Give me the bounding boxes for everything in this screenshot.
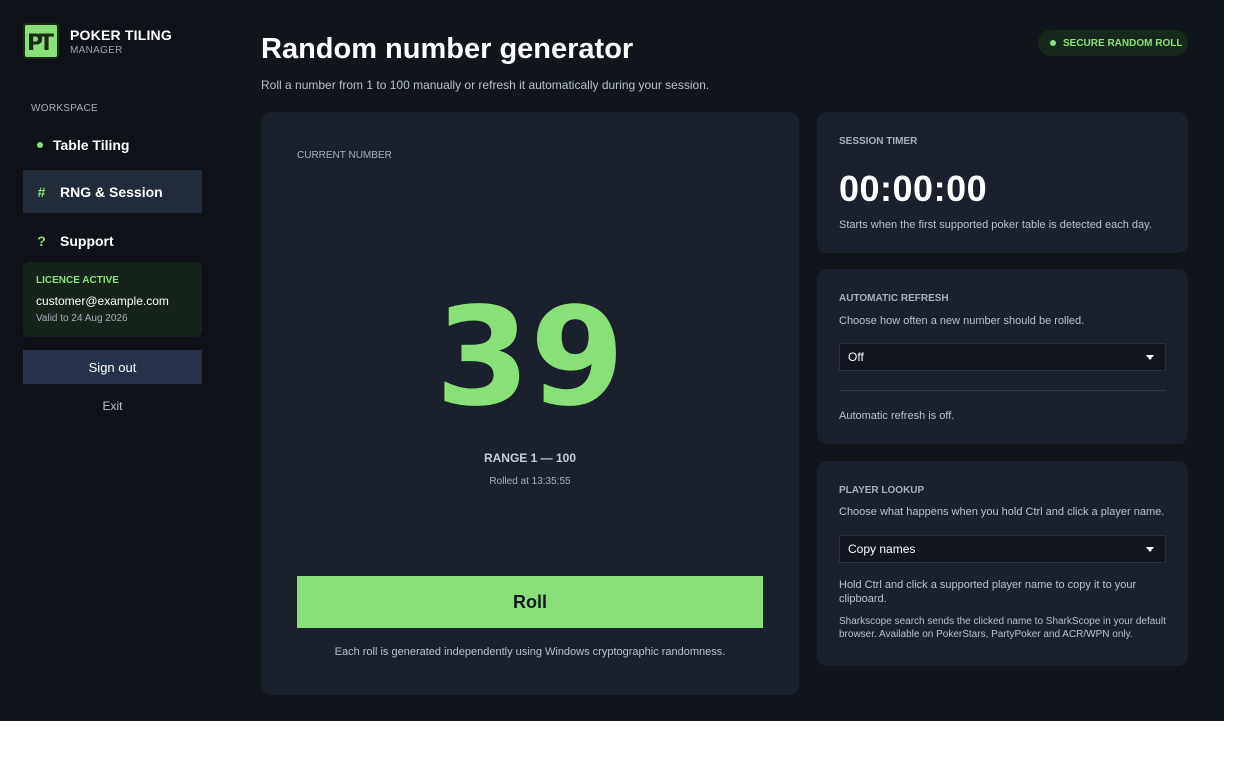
- brand-title: POKER TILING: [70, 27, 172, 43]
- app-logo: P T: [23, 23, 59, 59]
- select-value: Copy names: [848, 542, 916, 556]
- main-content: Random number generator Roll a number fr…: [225, 0, 1224, 721]
- chevron-down-icon: [1146, 546, 1154, 552]
- sidebar-item-label: Support: [60, 232, 114, 249]
- roll-button[interactable]: Roll: [297, 576, 763, 628]
- session-timer-card: SESSION TIMER 00:00:00 Starts when the f…: [817, 112, 1188, 253]
- licence-status: LICENCE ACTIVE: [36, 275, 119, 286]
- current-number-label: CURRENT NUMBER: [297, 150, 392, 161]
- automatic-refresh-label: AUTOMATIC REFRESH: [839, 293, 949, 304]
- svg-text:T: T: [39, 31, 54, 56]
- secure-roll-badge: SECURE RANDOM ROLL: [1038, 30, 1188, 56]
- licence-valid-until: Valid to 24 Aug 2026: [36, 313, 128, 324]
- sign-out-button[interactable]: Sign out: [23, 350, 202, 384]
- chevron-down-icon: [1146, 354, 1154, 360]
- workspace-label: WORKSPACE: [31, 103, 98, 114]
- rolled-at-time: Rolled at 13:35:55: [489, 476, 571, 487]
- roll-note: Each roll is generated independently usi…: [334, 646, 726, 658]
- sidebar-item-support[interactable]: ? Support: [23, 219, 202, 262]
- badge-label: SECURE RANDOM ROLL: [1063, 37, 1183, 49]
- session-timer-desc: Starts when the first supported poker ta…: [839, 219, 1152, 231]
- hash-icon: #: [37, 183, 46, 200]
- sidebar-item-label: Table Tiling: [53, 136, 130, 153]
- automatic-refresh-card: AUTOMATIC REFRESH Choose how often a new…: [817, 269, 1188, 444]
- exit-link[interactable]: Exit: [23, 399, 202, 413]
- page-title: Random number generator: [261, 33, 634, 65]
- session-timer-label: SESSION TIMER: [839, 136, 918, 147]
- licence-email: customer@example.com: [36, 294, 169, 308]
- brand-subtitle: MANAGER: [70, 45, 123, 56]
- current-number: 39: [435, 279, 625, 437]
- status-dot-icon: [1050, 40, 1056, 46]
- sidebar-item-rng-session[interactable]: # RNG & Session: [23, 170, 202, 213]
- range-label: RANGE 1 — 100: [483, 451, 577, 465]
- divider: [839, 390, 1166, 391]
- rng-card: CURRENT NUMBER 39 RANGE 1 — 100 Rolled a…: [261, 112, 799, 695]
- sidebar: P T POKER TILING MANAGER WORKSPACE Table…: [0, 0, 225, 721]
- session-timer-value: 00:00:00: [839, 168, 988, 209]
- refresh-interval-select[interactable]: Off: [839, 343, 1166, 371]
- app-window: P T POKER TILING MANAGER WORKSPACE Table…: [0, 0, 1224, 721]
- licence-panel: LICENCE ACTIVE customer@example.com Vali…: [23, 262, 202, 337]
- sidebar-item-label: RNG & Session: [60, 183, 163, 200]
- sharkscope-help: Sharkscope search sends the clicked name…: [839, 616, 1166, 640]
- player-lookup-card: PLAYER LOOKUP Choose what happens when y…: [817, 461, 1188, 666]
- page-subtitle: Roll a number from 1 to 100 manually or …: [261, 78, 710, 92]
- automatic-refresh-desc: Choose how often a new number should be …: [839, 315, 1085, 327]
- status-dot-icon: [37, 141, 43, 148]
- sidebar-item-table-tiling[interactable]: Table Tiling: [23, 123, 202, 166]
- select-value: Off: [848, 350, 864, 364]
- player-lookup-desc: Choose what happens when you hold Ctrl a…: [839, 506, 1165, 518]
- player-lookup-help: Hold Ctrl and click a supported player n…: [839, 579, 1137, 605]
- player-lookup-select[interactable]: Copy names: [839, 535, 1166, 563]
- question-icon: ?: [37, 232, 46, 249]
- player-lookup-label: PLAYER LOOKUP: [839, 485, 925, 496]
- automatic-refresh-status: Automatic refresh is off.: [839, 410, 955, 422]
